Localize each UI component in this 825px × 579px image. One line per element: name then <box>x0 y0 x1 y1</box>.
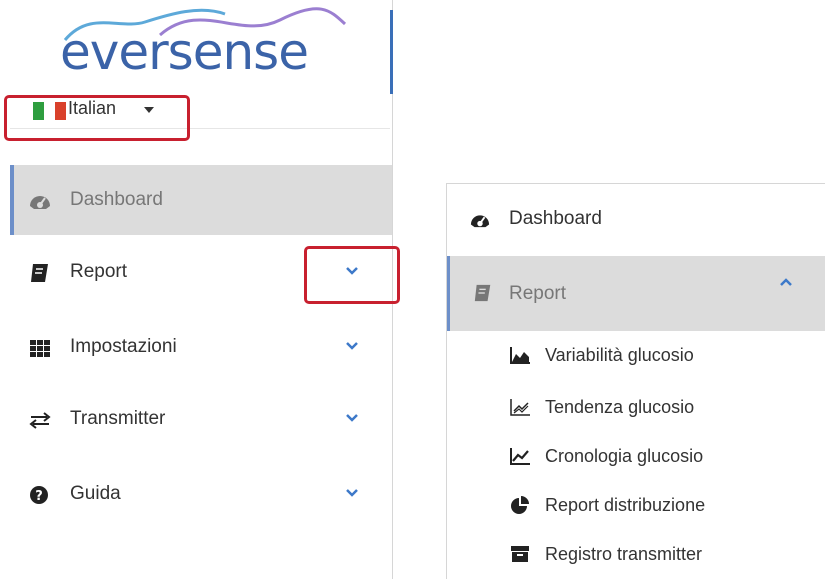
header-accent-bar <box>390 10 393 94</box>
book-icon <box>474 284 491 302</box>
logo-text: eversense <box>60 23 309 81</box>
book-icon <box>31 264 48 282</box>
dashboard-icon <box>470 215 490 228</box>
nav-label-transmitter: Transmitter <box>70 408 166 429</box>
chevron-down-icon[interactable] <box>346 414 358 422</box>
submenu-item-registro[interactable]: Registro transmitter <box>447 531 825 579</box>
logo: eversense <box>10 0 390 90</box>
grid-icon <box>30 340 50 357</box>
nav-item-dashboard-expanded[interactable]: Dashboard <box>447 184 825 254</box>
submenu-item-cronologia[interactable]: Cronologia glucosio <box>447 433 825 481</box>
chevron-down-icon[interactable] <box>346 489 358 497</box>
nav-label-report: Report <box>70 261 128 282</box>
dashboard-label: Dashboard <box>509 208 602 229</box>
chevron-highlight-box <box>304 246 400 304</box>
nav-item-dashboard[interactable]: Dashboard <box>10 165 392 235</box>
question-circle-icon: ? <box>30 486 48 504</box>
submenu-item-distribuzione[interactable]: Report distribuzione <box>447 482 825 530</box>
submenu-label: Registro transmitter <box>545 544 703 564</box>
language-highlight-box <box>4 95 190 141</box>
area-chart-icon <box>510 347 530 364</box>
nav-label-impostazioni: Impostazioni <box>70 336 177 357</box>
report-label: Report <box>509 283 567 304</box>
submenu-label: Cronologia glucosio <box>545 446 704 466</box>
chevron-down-icon[interactable] <box>346 342 358 350</box>
submenu-item-tendenza[interactable]: Tendenza glucosio <box>447 384 825 432</box>
nav-item-transmitter[interactable]: Transmitter <box>10 390 392 450</box>
submenu-item-variabilita[interactable]: Variabilità glucosio <box>447 332 825 380</box>
line-chart-icon <box>510 448 530 465</box>
exchange-icon <box>29 412 51 429</box>
pie-chart-icon <box>511 496 529 514</box>
chevron-up-icon[interactable] <box>780 278 792 286</box>
nav-item-impostazioni[interactable]: Impostazioni <box>10 318 392 378</box>
nav-item-guida[interactable]: ? Guida <box>10 465 392 525</box>
submenu-label: Tendenza glucosio <box>545 397 695 417</box>
archive-icon <box>511 546 529 562</box>
nav-label-guida: Guida <box>70 483 121 504</box>
expanded-menu-panel: Dashboard Report Variabilità glucosio Te… <box>446 183 825 579</box>
nav-label-dashboard: Dashboard <box>70 189 163 210</box>
left-sidebar: eversense Italian Dashboard Report Impos… <box>0 0 400 579</box>
svg-text:?: ? <box>35 489 43 504</box>
submenu-label: Report distribuzione <box>545 495 706 515</box>
submenu-label: Variabilità glucosio <box>545 345 694 365</box>
nav-item-report-expanded[interactable]: Report <box>447 256 825 331</box>
dashboard-icon <box>30 196 50 209</box>
trend-scatter-icon <box>510 399 530 416</box>
